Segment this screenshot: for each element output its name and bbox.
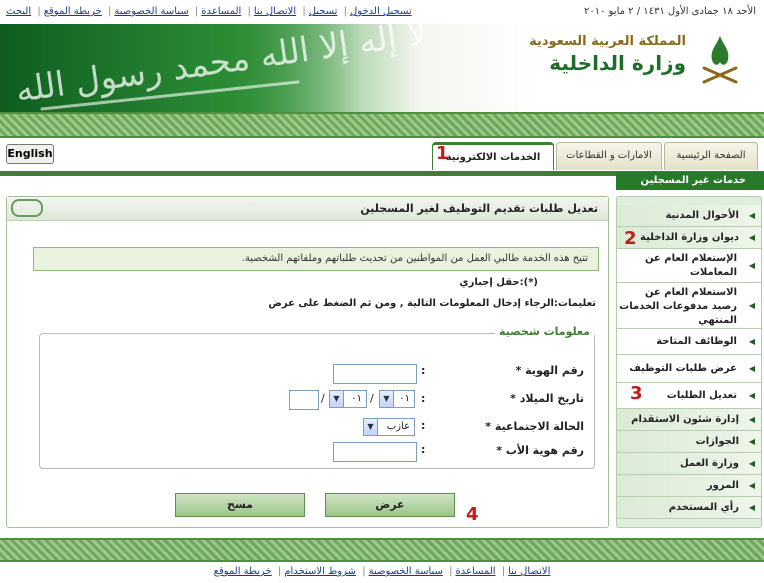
father-id-label: رقم هوية الأب * — [496, 444, 584, 457]
shahada-calligraphy: لا إله إلا الله محمد رسول الله — [13, 24, 430, 111]
instructions-text: تعليمات:الرجاء إدخال المعلومات التالية ,… — [268, 298, 596, 309]
triangle-left-icon: ◀ — [748, 480, 755, 490]
triangle-left-icon: ◀ — [748, 458, 755, 468]
tab-emirates[interactable]: الامارات و القطاعات — [556, 142, 662, 170]
triangle-left-icon: ◀ — [748, 436, 755, 446]
footer-sitemap-link[interactable]: خريطة الموقع — [214, 566, 272, 577]
chevron-down-icon: ▼ — [330, 391, 344, 407]
privacy-link[interactable]: سياسة الخصوصية — [114, 6, 188, 17]
ministry-brand: المملكة العربية السعودية وزارة الداخلية — [529, 34, 686, 75]
sidebar-item-user-opinion[interactable]: ◀ رأي المستخدم — [617, 497, 761, 519]
id-number-label: رقم الهوية * — [515, 364, 584, 377]
colon: : — [421, 443, 426, 456]
clear-button[interactable]: مسح — [175, 493, 305, 517]
triangle-left-icon: ◀ — [748, 232, 755, 242]
birth-year-input[interactable] — [289, 390, 319, 410]
unregistered-services-label[interactable]: خدمات غير المسجلين — [616, 172, 764, 190]
main-tabs-row: English الخدمات الالكترونية الامارات و ا… — [0, 138, 764, 172]
triangle-left-icon: ◀ — [748, 210, 755, 220]
header-banner: لا إله إلا الله محمد رسول الله المملكة ا… — [0, 24, 764, 112]
triangle-left-icon: ◀ — [748, 390, 755, 400]
footer-links: الاتصال بنا| المساعدة| سياسة الخصوصية| ش… — [213, 566, 551, 577]
search-link[interactable]: البحث — [6, 6, 31, 17]
triangle-left-icon: ◀ — [748, 363, 755, 373]
id-number-input[interactable] — [333, 364, 417, 384]
triangle-left-icon: ◀ — [748, 414, 755, 424]
sidebar-item-passports[interactable]: ◀ الجوازات — [617, 431, 761, 453]
chevron-down-icon: ▼ — [364, 419, 378, 435]
marital-status-label: الحالة الاجتماعية * — [485, 420, 584, 433]
birth-month-select[interactable]: ▼ ٠١ — [329, 390, 367, 408]
father-id-input[interactable] — [333, 442, 417, 462]
kingdom-name: المملكة العربية السعودية — [529, 34, 686, 49]
footer-help-link[interactable]: المساعدة — [456, 566, 496, 577]
sidebar-item-available-jobs[interactable]: ◀ الوظائف المتاحة — [617, 329, 761, 355]
footer-contact-link[interactable]: الاتصال بنا — [508, 566, 550, 577]
step-marker-3: 3 — [630, 383, 643, 404]
sidebar-item-view-applications[interactable]: ◀ عرض طلبات التوظيف — [617, 355, 761, 383]
help-link[interactable]: المساعدة — [201, 6, 241, 17]
sidebar-item-payments-inquiry[interactable]: ◀ الاستعلام العام عن رصيد مدفوعات الخدمات… — [617, 283, 761, 329]
footer-pattern-band — [0, 538, 764, 562]
triangle-left-icon: ◀ — [748, 502, 755, 512]
tab-eservices[interactable]: الخدمات الالكترونية — [432, 142, 554, 170]
sidebar-item-civil-affairs[interactable]: ◀ الأحوال المدنية — [617, 205, 761, 227]
birth-date-label: تاريخ الميلاد * — [510, 392, 584, 405]
register-link[interactable]: تسجيل — [309, 6, 338, 17]
marital-status-select[interactable]: ▼ عازب — [363, 418, 415, 436]
triangle-left-icon: ◀ — [748, 300, 755, 310]
colon: : — [421, 419, 426, 432]
knot-ornament-icon — [11, 199, 43, 217]
required-note: (*):حقل إجباري — [459, 277, 538, 288]
date-separator: / — [370, 392, 374, 405]
sidebar-nav: ◀ الأحوال المدنية ◀ ديوان وزارة الداخلية ◀… — [616, 196, 762, 528]
page-title: تعديل طلبات تقديم التوظيف لغير المسجلين — [7, 197, 608, 221]
tab-home[interactable]: الصفحة الرئيسية — [664, 142, 758, 170]
top-utility-bar: تسجيل الدخول| تسجيل| الاتصال بنا| المساع… — [0, 0, 764, 24]
english-language-button[interactable]: English — [6, 144, 54, 164]
step-marker-4: 4 — [466, 504, 479, 525]
personal-info-legend: معلومات شخصية — [495, 325, 594, 338]
service-info-box: تتيح هذه الخدمة طالبي العمل من المواطنين… — [33, 247, 599, 271]
sidebar-item-ministry-diwan[interactable]: ◀ ديوان وزارة الداخلية — [617, 227, 761, 249]
contact-link[interactable]: الاتصال بنا — [254, 6, 296, 17]
national-emblem-icon — [702, 36, 738, 84]
ministry-name: وزارة الداخلية — [549, 51, 686, 75]
triangle-left-icon: ◀ — [748, 336, 755, 346]
login-link[interactable]: تسجيل الدخول — [350, 6, 412, 17]
date-separator: / — [321, 392, 325, 405]
main-form-panel: تعديل طلبات تقديم التوظيف لغير المسجلين … — [6, 196, 609, 528]
current-date: الأحد ١٨ جمادى الأول ١٤٣١ / ٢ مايو ٢٠١٠ — [583, 6, 756, 17]
colon: : — [421, 364, 426, 377]
sitemap-link[interactable]: خريطة الموقع — [44, 6, 102, 17]
sidebar-item-traffic[interactable]: ◀ المرور — [617, 475, 761, 497]
show-button[interactable]: عرض — [325, 493, 455, 517]
birth-day-select[interactable]: ▼ ٠١ — [379, 390, 415, 408]
colon: : — [421, 392, 426, 405]
sidebar-item-recruitment[interactable]: ◀ إدارة شئون الاستقدام — [617, 409, 761, 431]
decorative-pattern-band — [0, 112, 764, 138]
chevron-down-icon: ▼ — [380, 391, 394, 407]
step-marker-1: 1 — [436, 143, 449, 164]
footer-terms-link[interactable]: شروط الاستخدام — [284, 566, 356, 577]
step-marker-2: 2 — [624, 228, 637, 249]
footer-privacy-link[interactable]: سياسة الخصوصية — [369, 566, 443, 577]
sidebar-item-transactions-inquiry[interactable]: ◀ الإستعلام العام عن المعاملات — [617, 249, 761, 283]
triangle-left-icon: ◀ — [748, 260, 755, 270]
sidebar-item-labor-ministry[interactable]: ◀ وزارة العمل — [617, 453, 761, 475]
top-links: تسجيل الدخول| تسجيل| الاتصال بنا| المساع… — [6, 6, 412, 17]
saudi-flag-image: لا إله إلا الله محمد رسول الله — [0, 24, 429, 112]
